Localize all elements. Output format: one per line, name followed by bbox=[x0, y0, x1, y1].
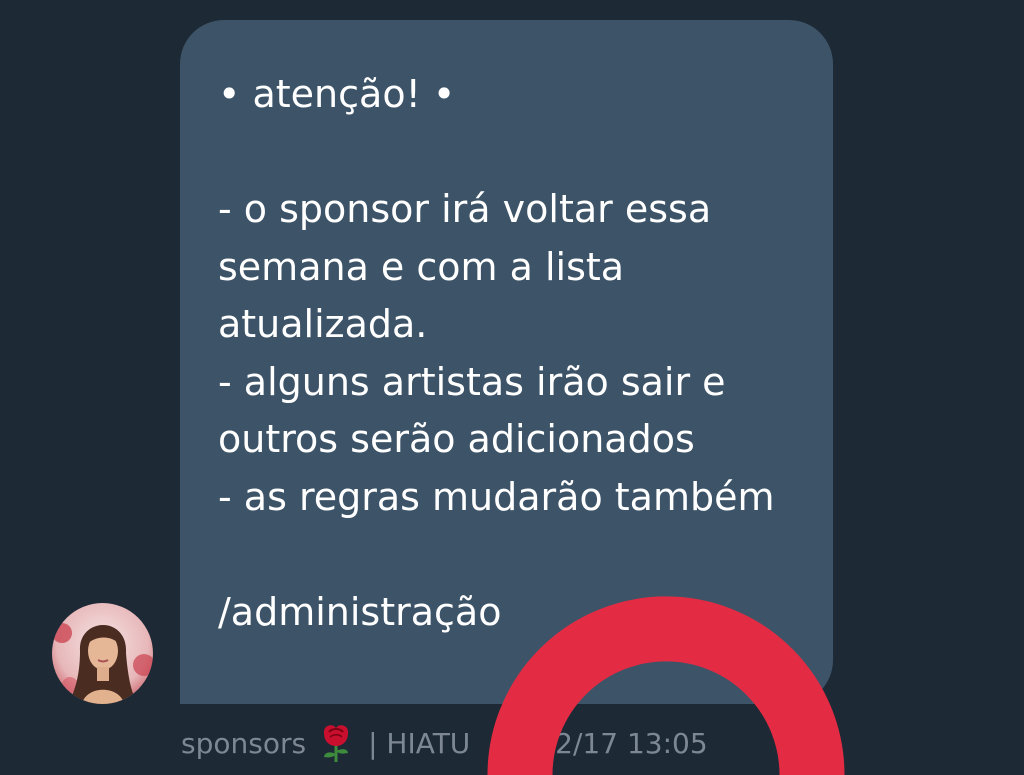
status-text: | HIATU bbox=[368, 726, 471, 760]
avatar-photo bbox=[52, 603, 153, 704]
timestamp: 02/12/17 13:05 bbox=[492, 726, 708, 760]
message-text: • atenção! • - o sponsor irá voltar essa… bbox=[218, 72, 775, 634]
avatar[interactable] bbox=[52, 603, 153, 704]
rose-icon bbox=[323, 725, 349, 762]
message-meta: sponsors | HIATU 02/12/17 13:05 bbox=[181, 721, 708, 765]
message-bubble[interactable]: • atenção! • - o sponsor irá voltar essa… bbox=[180, 20, 833, 704]
sender-name[interactable]: sponsors bbox=[181, 727, 306, 760]
